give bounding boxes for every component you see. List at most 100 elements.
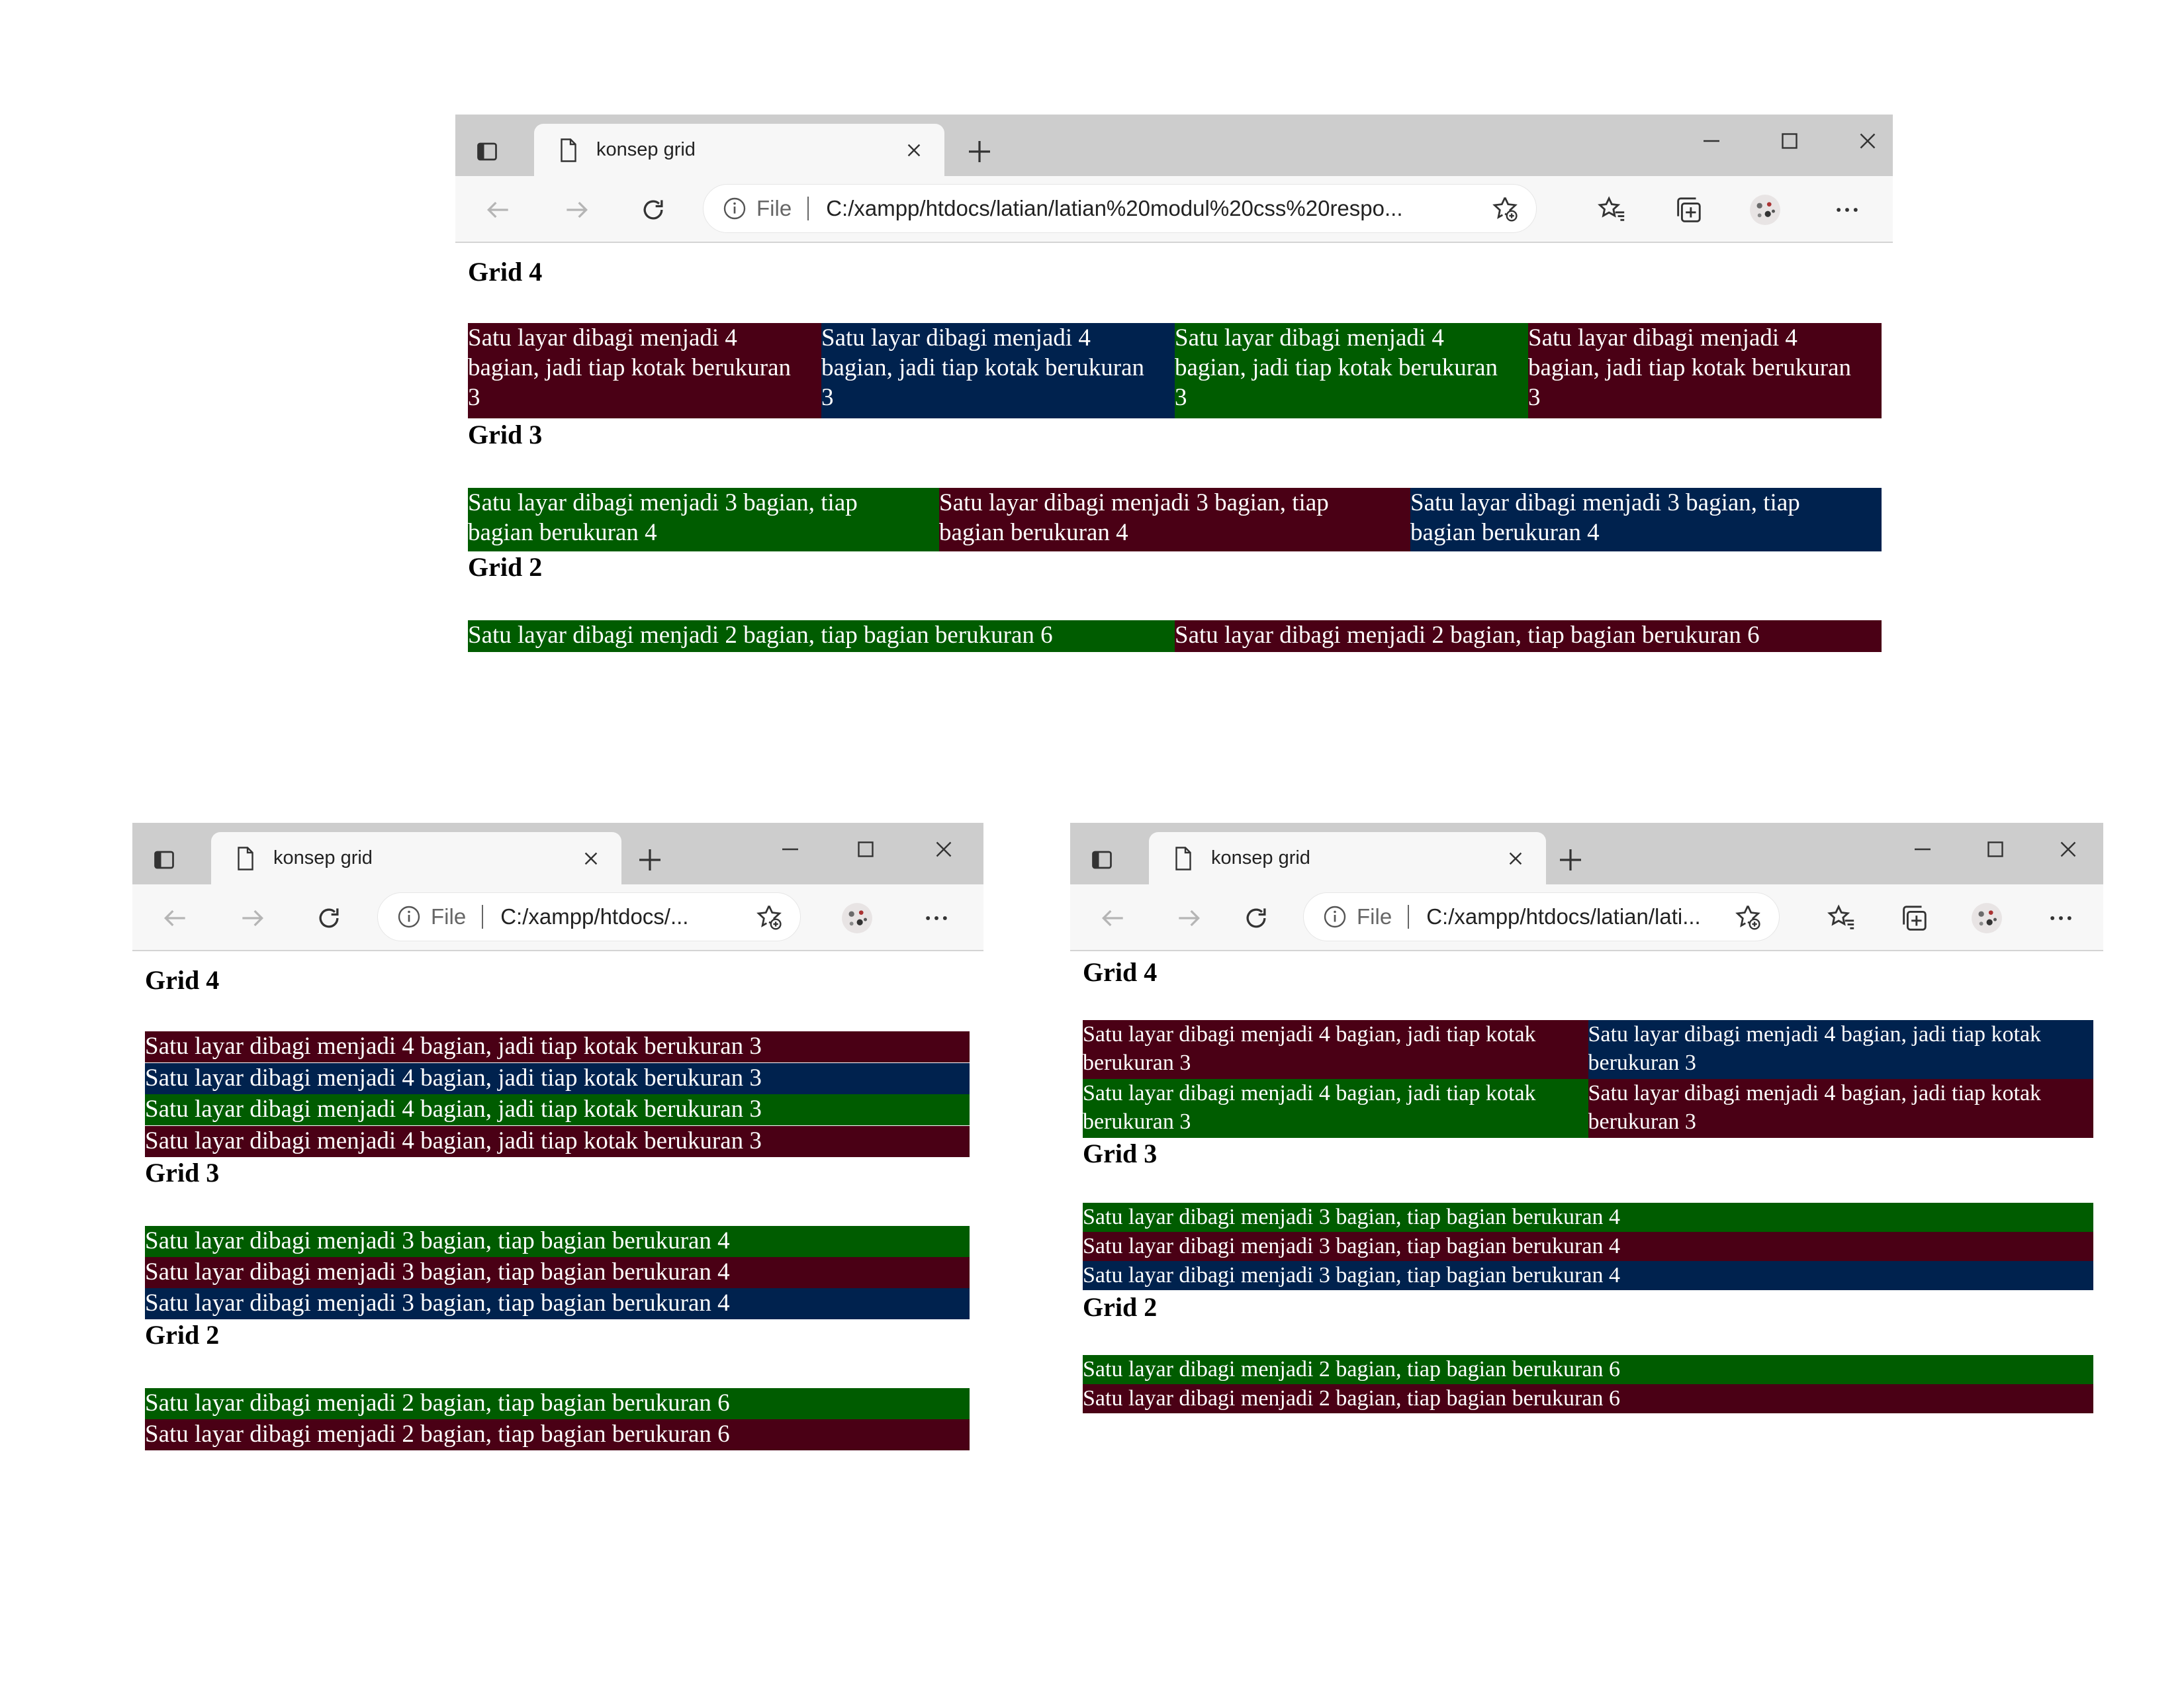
file-label: File	[756, 196, 792, 220]
add-favorite-icon[interactable]	[1731, 900, 1764, 933]
tab-actions-icon[interactable]	[474, 138, 500, 165]
browser-tab[interactable]: konsep grid	[1149, 832, 1546, 884]
grid-2-row: Satu layar dibagi menjadi 2 bagian, tiap…	[468, 620, 1882, 652]
close-window-icon[interactable]	[1853, 126, 1882, 156]
info-icon[interactable]	[722, 196, 747, 221]
maximize-icon[interactable]	[1981, 835, 2010, 864]
grid-4-cell: Satu layar dibagi menjadi 4 bagian, jadi…	[1528, 323, 1882, 418]
grid-3-cell: Satu layar dibagi menjadi 3 bagian, tiap…	[1410, 488, 1882, 551]
toolbar: File C:/xampp/htdocs/latian/latian%20mod…	[455, 176, 1893, 243]
address-bar[interactable]: File C:/xampp/htdocs/latian/lati...	[1303, 892, 1780, 941]
heading-grid-2: Grid 2	[145, 1320, 220, 1350]
grid-2-row: Satu layar dibagi menjadi 2 bagian, tiap…	[145, 1388, 970, 1450]
forward-arrow-icon[interactable]	[560, 193, 593, 226]
page-icon	[555, 137, 582, 164]
grid-4-cell: Satu layar dibagi menjadi 4 bagian, jadi…	[1588, 1079, 2093, 1138]
minimize-icon[interactable]	[1697, 126, 1726, 156]
browser-window-narrow: konsep grid File C:/xampp/htdocs/... Gri…	[132, 823, 983, 1458]
tab-actions-icon[interactable]	[1089, 847, 1115, 873]
profile-avatar-icon[interactable]	[1970, 902, 2003, 935]
browser-tab[interactable]: konsep grid	[211, 832, 621, 884]
grid-4-cell: Satu layar dibagi menjadi 4 bagian, jadi…	[1083, 1079, 1588, 1138]
url-text[interactable]: C:/xampp/htdocs/latian/latian%20modul%20…	[826, 196, 1482, 221]
grid-2-cell: Satu layar dibagi menjadi 2 bagian, tiap…	[145, 1388, 970, 1419]
toolbar: File C:/xampp/htdocs/latian/lati...	[1070, 884, 2103, 951]
grid-3-row: Satu layar dibagi menjadi 3 bagian, tiap…	[1083, 1203, 2093, 1290]
title-bar: konsep grid	[455, 115, 1893, 176]
add-favorite-icon[interactable]	[1488, 192, 1522, 225]
page-icon	[1170, 845, 1197, 872]
refresh-icon[interactable]	[637, 193, 670, 226]
close-tab-icon[interactable]	[901, 137, 927, 164]
heading-grid-3: Grid 3	[468, 420, 543, 449]
grid-2-cell: Satu layar dibagi menjadi 2 bagian, tiap…	[1175, 620, 1882, 652]
add-favorite-icon[interactable]	[752, 900, 786, 933]
back-arrow-icon[interactable]	[482, 193, 515, 226]
forward-arrow-icon[interactable]	[236, 902, 269, 935]
back-arrow-icon[interactable]	[159, 902, 192, 935]
favorites-icon[interactable]	[1825, 902, 1858, 935]
browser-tab[interactable]: konsep grid	[534, 124, 944, 176]
maximize-icon[interactable]	[1775, 126, 1804, 156]
minimize-icon[interactable]	[1908, 835, 1937, 864]
forward-arrow-icon[interactable]	[1172, 902, 1205, 935]
grid-4-cell: Satu layar dibagi menjadi 4 bagian, jadi…	[1588, 1020, 2093, 1079]
grid-2-cell: Satu layar dibagi menjadi 2 bagian, tiap…	[468, 620, 1175, 652]
profile-avatar-icon[interactable]	[841, 902, 874, 935]
profile-avatar-icon[interactable]	[1749, 193, 1782, 226]
info-icon[interactable]	[396, 904, 422, 929]
grid-3-cell: Satu layar dibagi menjadi 3 bagian, tiap…	[1083, 1261, 2093, 1290]
minimize-icon[interactable]	[776, 835, 805, 864]
grid-2-cell: Satu layar dibagi menjadi 2 bagian, tiap…	[1083, 1384, 2093, 1413]
address-bar[interactable]: File C:/xampp/htdocs/...	[377, 892, 801, 941]
more-options-icon[interactable]	[2044, 902, 2077, 935]
new-tab-icon[interactable]	[1556, 845, 1585, 874]
more-options-icon[interactable]	[1831, 193, 1864, 226]
collections-icon[interactable]	[1897, 902, 1931, 935]
new-tab-icon[interactable]	[635, 845, 664, 874]
refresh-icon[interactable]	[312, 902, 345, 935]
grid-4-cell: Satu layar dibagi menjadi 4 bagian, jadi…	[1175, 323, 1528, 418]
file-label: File	[431, 904, 467, 929]
heading-grid-4: Grid 4	[1083, 957, 1158, 987]
grid-4-row: Satu layar dibagi menjadi 4 bagian, jadi…	[145, 1031, 970, 1157]
heading-grid-4: Grid 4	[145, 965, 220, 995]
url-text[interactable]: C:/xampp/htdocs/...	[500, 904, 746, 929]
grid-3-cell: Satu layar dibagi menjadi 3 bagian, tiap…	[1083, 1203, 2093, 1232]
heading-grid-3: Grid 3	[145, 1158, 220, 1188]
grid-3-row: Satu layar dibagi menjadi 3 bagian, tiap…	[145, 1226, 970, 1319]
close-window-icon[interactable]	[929, 835, 958, 864]
heading-grid-3: Grid 3	[1083, 1139, 1158, 1168]
tab-actions-icon[interactable]	[151, 847, 177, 873]
close-tab-icon[interactable]	[1502, 845, 1529, 872]
grid-4-cell: Satu layar dibagi menjadi 4 bagian, jadi…	[821, 323, 1175, 418]
favorites-icon[interactable]	[1595, 193, 1628, 226]
tab-title: konsep grid	[1211, 847, 1310, 868]
heading-grid-4: Grid 4	[468, 257, 543, 287]
grid-3-cell: Satu layar dibagi menjadi 3 bagian, tiap…	[939, 488, 1410, 551]
address-bar[interactable]: File C:/xampp/htdocs/latian/latian%20mod…	[703, 184, 1537, 233]
page-icon	[232, 845, 259, 872]
info-icon[interactable]	[1322, 904, 1347, 929]
url-text[interactable]: C:/xampp/htdocs/latian/lati...	[1426, 904, 1725, 929]
collections-icon[interactable]	[1672, 193, 1705, 226]
back-arrow-icon[interactable]	[1097, 902, 1130, 935]
new-tab-icon[interactable]	[965, 137, 994, 166]
grid-3-cell: Satu layar dibagi menjadi 3 bagian, tiap…	[145, 1257, 970, 1288]
grid-4-cell: Satu layar dibagi menjadi 4 bagian, jadi…	[145, 1125, 970, 1157]
page-content: Grid 4 Satu layar dibagi menjadi 4 bagia…	[455, 243, 1893, 664]
grid-2-cell: Satu layar dibagi menjadi 2 bagian, tiap…	[1083, 1355, 2093, 1384]
browser-window-wide: konsep grid File C:/xampp/htdocs/latian/…	[455, 115, 1893, 664]
more-options-icon[interactable]	[920, 902, 953, 935]
title-bar: konsep grid	[1070, 823, 2103, 884]
grid-3-cell: Satu layar dibagi menjadi 3 bagian, tiap…	[1083, 1232, 2093, 1261]
maximize-icon[interactable]	[851, 835, 880, 864]
grid-3-cell: Satu layar dibagi menjadi 3 bagian, tiap…	[145, 1288, 970, 1319]
grid-4-cell: Satu layar dibagi menjadi 4 bagian, jadi…	[145, 1094, 970, 1125]
close-tab-icon[interactable]	[578, 845, 604, 872]
refresh-icon[interactable]	[1240, 902, 1273, 935]
page-content: Grid 4 Satu layar dibagi menjadi 4 bagia…	[1070, 951, 2103, 1458]
divider	[807, 197, 809, 220]
close-window-icon[interactable]	[2054, 835, 2083, 864]
grid-4-row: Satu layar dibagi menjadi 4 bagian, jadi…	[468, 323, 1882, 418]
